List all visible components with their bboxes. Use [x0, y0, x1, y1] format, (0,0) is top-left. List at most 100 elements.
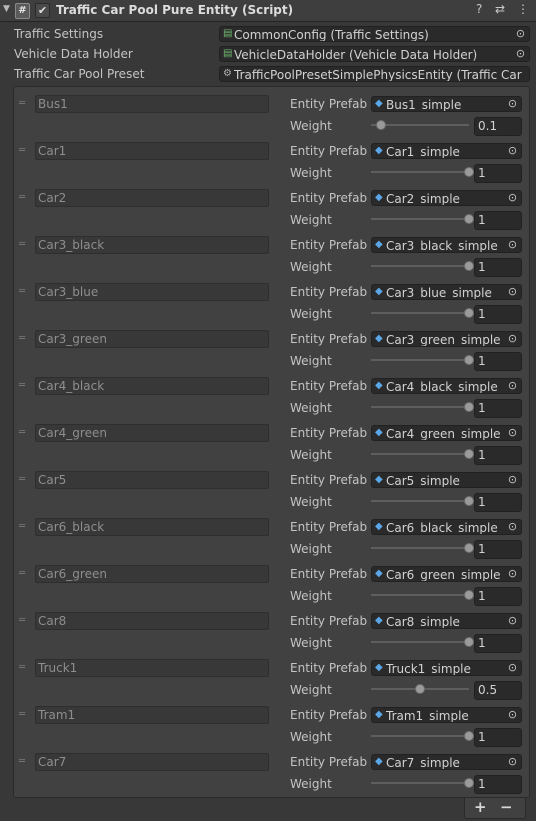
weight-slider-track[interactable] [371, 171, 469, 173]
drag-handle-icon[interactable]: ═ [19, 334, 25, 344]
object-picker-icon[interactable]: ⊙ [512, 47, 529, 61]
drag-handle-icon[interactable]: ═ [19, 99, 25, 109]
entry-name-field[interactable]: Car5 [35, 471, 269, 489]
entity-prefab-field[interactable]: ◆ Car7_simple ⊙ [371, 754, 522, 770]
entry-name-field[interactable]: Bus1 [35, 95, 269, 113]
object-picker-icon[interactable]: ⊙ [504, 661, 521, 675]
weight-input[interactable]: 1 [474, 493, 522, 512]
weight-input[interactable]: 1 [474, 446, 522, 465]
entity-prefab-field[interactable]: ◆ Car1_simple ⊙ [371, 143, 522, 159]
entity-prefab-field[interactable]: ◆ Car3_green_simple ⊙ [371, 331, 522, 347]
drag-handle-icon[interactable]: ═ [19, 146, 25, 156]
object-picker-icon[interactable]: ⊙ [504, 426, 521, 440]
entity-prefab-field[interactable]: ◆ Car6_green_simple ⊙ [371, 566, 522, 582]
object-picker-icon[interactable]: ⊙ [504, 144, 521, 158]
weight-input[interactable]: 1 [474, 164, 522, 183]
entry-name-field[interactable]: Car3_black [35, 236, 269, 254]
traffic-car-pool-preset-field[interactable]: ⚙ TrafficPoolPresetSimplePhysicsEntity (… [219, 66, 530, 82]
drag-handle-icon[interactable]: ═ [19, 381, 25, 391]
entity-prefab-field[interactable]: ◆ Car4_green_simple ⊙ [371, 425, 522, 441]
entity-prefab-field[interactable]: ◆ Car2_simple ⊙ [371, 190, 522, 206]
weight-input[interactable]: 1 [474, 540, 522, 559]
drag-handle-icon[interactable]: ═ [19, 428, 25, 438]
weight-slider-track[interactable] [371, 218, 469, 220]
weight-input[interactable]: 1 [474, 352, 522, 371]
object-picker-icon[interactable]: ⊙ [504, 379, 521, 393]
weight-input[interactable]: 1 [474, 211, 522, 230]
drag-handle-icon[interactable]: ═ [19, 287, 25, 297]
object-picker-icon[interactable]: ⊙ [504, 567, 521, 581]
drag-handle-icon[interactable]: ═ [19, 475, 25, 485]
drag-handle-icon[interactable]: ═ [19, 663, 25, 673]
weight-input[interactable]: 1 [474, 258, 522, 277]
object-picker-icon[interactable]: ⊙ [504, 473, 521, 487]
weight-slider-thumb[interactable] [464, 167, 474, 177]
weight-slider-thumb[interactable] [375, 120, 386, 130]
entry-name-field[interactable]: Car1 [35, 142, 269, 160]
entry-name-field[interactable]: Car6_green [35, 565, 269, 583]
preset-icon[interactable]: ⇄ [495, 2, 505, 16]
enable-checkbox[interactable]: ✔ [35, 3, 50, 18]
object-picker-icon[interactable]: ⊙ [504, 191, 521, 205]
entity-prefab-field[interactable]: ◆ Bus1_simple ⊙ [371, 96, 522, 112]
entry-name-field[interactable]: Car8 [35, 612, 269, 630]
fold-arrow-icon[interactable]: ▼ [3, 4, 10, 14]
weight-slider-track[interactable] [371, 359, 469, 361]
weight-slider-thumb[interactable] [464, 637, 474, 647]
object-picker-icon[interactable]: ⊙ [504, 97, 521, 111]
drag-handle-icon[interactable]: ═ [19, 569, 25, 579]
weight-input[interactable]: 1 [474, 587, 522, 606]
object-picker-icon[interactable]: ⊙ [504, 614, 521, 628]
weight-slider-thumb[interactable] [464, 778, 474, 788]
entry-name-field[interactable]: Car4_black [35, 377, 269, 395]
entry-name-field[interactable]: Car2 [35, 189, 269, 207]
weight-slider-thumb[interactable] [415, 684, 425, 694]
object-picker-icon[interactable]: ⊙ [504, 755, 521, 769]
weight-input[interactable]: 0.1 [474, 117, 522, 136]
entity-prefab-field[interactable]: ◆ Car3_black_simple ⊙ [371, 237, 522, 253]
weight-input[interactable]: 1 [474, 634, 522, 653]
vehicle-data-holder-field[interactable]: ▤ VehicleDataHolder (Vehicle Data Holder… [219, 46, 530, 62]
weight-slider-track[interactable] [371, 500, 469, 502]
weight-input[interactable]: 1 [474, 305, 522, 324]
drag-handle-icon[interactable]: ═ [19, 240, 25, 250]
weight-slider-thumb[interactable] [464, 355, 474, 365]
entity-prefab-field[interactable]: ◆ Truck1_simple ⊙ [371, 660, 522, 676]
weight-slider-track[interactable] [371, 265, 469, 267]
object-picker-icon[interactable]: ⊙ [504, 332, 521, 346]
weight-slider-track[interactable] [371, 547, 469, 549]
weight-slider-thumb[interactable] [464, 449, 474, 459]
entry-name-field[interactable]: Car6_black [35, 518, 269, 536]
weight-slider-thumb[interactable] [464, 402, 474, 412]
object-picker-icon[interactable]: ⊙ [504, 285, 521, 299]
weight-slider-track[interactable] [371, 312, 469, 314]
weight-slider-track[interactable] [371, 453, 469, 455]
traffic-settings-field[interactable]: ▤ CommonConfig (Traffic Settings) ⊙ [219, 26, 530, 42]
entry-name-field[interactable]: Car4_green [35, 424, 269, 442]
drag-handle-icon[interactable]: ═ [19, 193, 25, 203]
weight-slider-track[interactable] [371, 406, 469, 408]
component-header[interactable]: ▼ # ✔ Traffic Car Pool Pure Entity (Scri… [0, 0, 536, 22]
weight-slider-thumb[interactable] [464, 590, 474, 600]
entity-prefab-field[interactable]: ◆ Car5_simple ⊙ [371, 472, 522, 488]
object-picker-icon[interactable]: ⊙ [504, 238, 521, 252]
entity-prefab-field[interactable]: ◆ Car4_black_simple ⊙ [371, 378, 522, 394]
remove-entry-button[interactable]: − [500, 798, 513, 816]
weight-slider-thumb[interactable] [464, 496, 474, 506]
weight-slider-track[interactable] [371, 735, 469, 737]
drag-handle-icon[interactable]: ═ [19, 616, 25, 626]
entry-name-field[interactable]: Car7 [35, 753, 269, 771]
object-picker-icon[interactable]: ⊙ [504, 520, 521, 534]
drag-handle-icon[interactable]: ═ [19, 522, 25, 532]
entity-prefab-field[interactable]: ◆ Tram1_simple ⊙ [371, 707, 522, 723]
drag-handle-icon[interactable]: ═ [19, 710, 25, 720]
drag-handle-icon[interactable]: ═ [19, 757, 25, 767]
entity-prefab-field[interactable]: ◆ Car8_simple ⊙ [371, 613, 522, 629]
weight-slider-thumb[interactable] [464, 261, 474, 271]
object-picker-icon[interactable]: ⊙ [512, 27, 529, 41]
weight-input[interactable]: 1 [474, 728, 522, 747]
weight-slider-track[interactable] [371, 782, 469, 784]
entity-prefab-field[interactable]: ◆ Car6_black_simple ⊙ [371, 519, 522, 535]
add-entry-button[interactable]: + [474, 798, 487, 816]
entry-name-field[interactable]: Tram1 [35, 706, 269, 724]
